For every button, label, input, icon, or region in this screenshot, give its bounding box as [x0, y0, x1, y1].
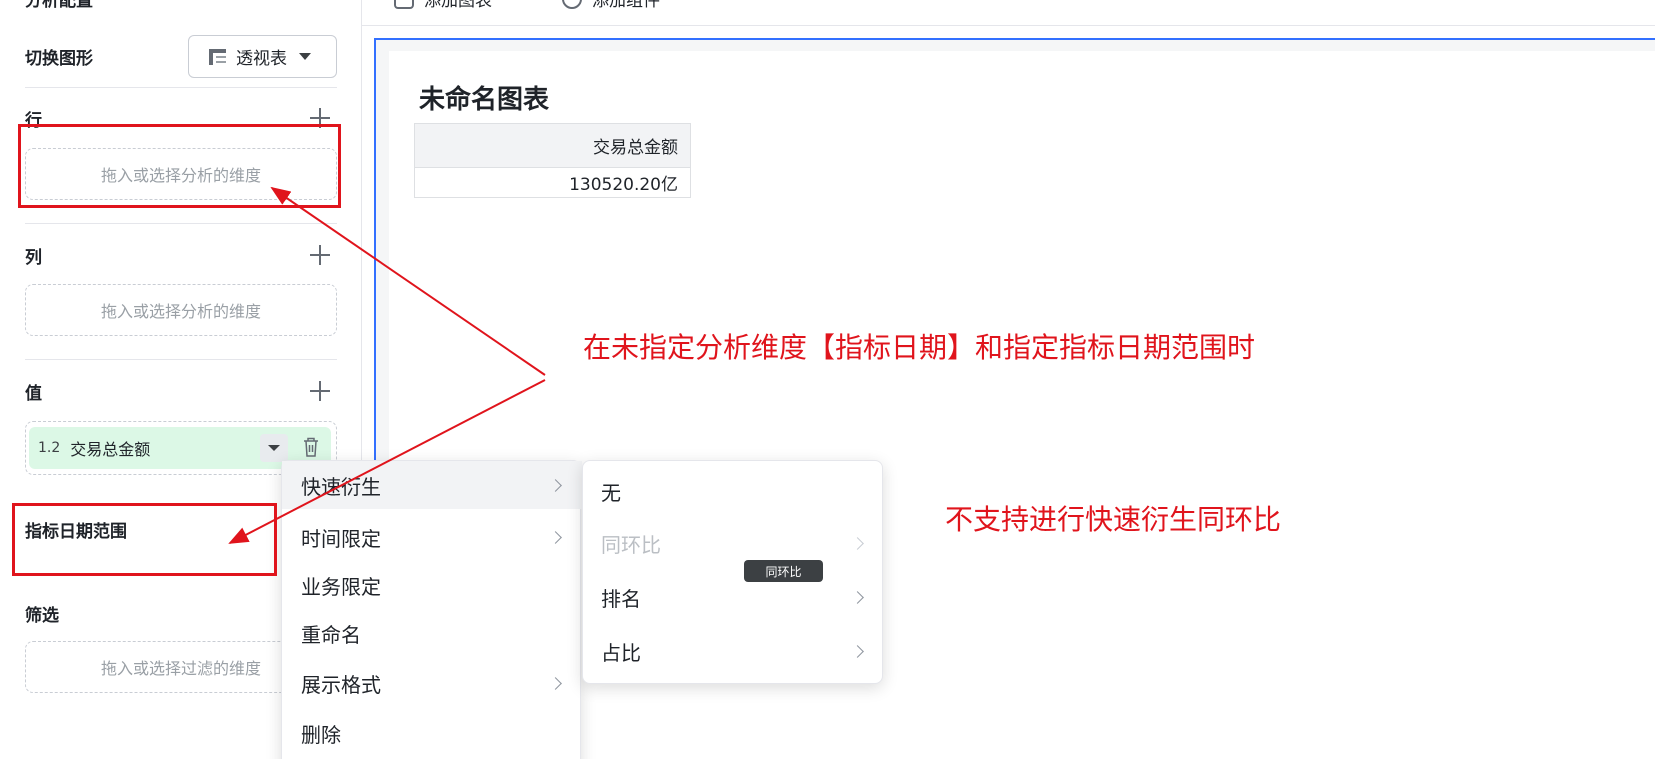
value-chip-label: 交易总金额 — [70, 440, 151, 459]
menu-item-rename[interactable]: 重命名 — [282, 609, 582, 657]
add-chart-button[interactable]: 添加图表 — [394, 0, 492, 11]
pivot-table-icon — [209, 48, 226, 65]
divider — [25, 223, 337, 224]
menu-item-label: 业务限定 — [301, 574, 381, 599]
chart-title: 未命名图表 — [419, 85, 550, 115]
add-value-icon[interactable] — [310, 381, 330, 401]
chevron-down-icon[interactable] — [260, 434, 288, 462]
add-column-icon[interactable] — [310, 245, 330, 265]
menu-item-label: 展示格式 — [301, 672, 381, 697]
menu-item-business-limit[interactable]: 业务限定 — [282, 561, 582, 609]
chevron-right-icon — [851, 644, 864, 658]
chart-type-value: 透视表 — [236, 49, 287, 69]
chevron-down-icon — [299, 53, 311, 60]
annotation-box-date-range — [12, 503, 277, 576]
annotation-text-1: 在未指定分析维度【指标日期】和指定指标日期范围时 — [583, 331, 1256, 364]
annotation-text-2: 不支持进行快速衍生同环比 — [945, 503, 1282, 536]
table-value-cell: 130520.20亿 — [414, 167, 691, 198]
submenu-item-none[interactable]: 无 — [583, 467, 884, 515]
menu-item-time-limit[interactable]: 时间限定 — [282, 513, 582, 561]
cols-label: 列 — [25, 248, 42, 268]
add-component-button[interactable]: 添加组件 — [562, 0, 660, 11]
tooltip: 同环比 — [744, 560, 823, 582]
chart-type-select[interactable]: 透视表 — [188, 35, 337, 78]
add-chart-label: 添加图表 — [424, 0, 492, 11]
menu-item-label: 重命名 — [301, 622, 361, 647]
submenu-item-label: 排名 — [601, 586, 641, 611]
toolbar: 添加图表 添加组件 — [362, 0, 1655, 26]
submenu-item-label: 无 — [601, 480, 621, 505]
submenu-item-ratio[interactable]: 占比 — [583, 627, 884, 675]
menu-item-delete[interactable]: 删除 — [282, 709, 582, 757]
annotation-box-rows — [18, 124, 341, 208]
divider — [25, 87, 337, 88]
component-icon — [562, 0, 582, 9]
submenu-item-label: 同环比 — [601, 532, 661, 557]
trash-icon[interactable] — [303, 437, 319, 457]
divider — [25, 359, 337, 360]
menu-item-label: 快速衍生 — [301, 474, 381, 499]
cols-dropzone[interactable]: 拖入或选择分析的维度 — [25, 284, 337, 336]
add-component-label: 添加组件 — [592, 0, 660, 11]
quick-derive-submenu: 无 同环比 排名 占比 — [582, 460, 883, 684]
submenu-item-yoy: 同环比 — [583, 519, 884, 567]
menu-item-label: 删除 — [301, 722, 341, 747]
chevron-right-icon — [549, 530, 562, 544]
submenu-item-label: 占比 — [601, 640, 641, 665]
chevron-right-icon — [851, 536, 864, 550]
menu-item-display-format[interactable]: 展示格式 — [282, 659, 582, 707]
number-type-icon: 1.2 — [38, 440, 61, 456]
value-context-menu: 快速衍生 时间限定 业务限定 重命名 展示格式 删除 — [281, 460, 582, 759]
menu-item-quick-derive[interactable]: 快速衍生 — [282, 461, 582, 509]
submenu-item-rank[interactable]: 排名 — [583, 573, 884, 621]
table-header-cell: 交易总金额 — [414, 123, 691, 168]
chevron-right-icon — [549, 676, 562, 690]
chart-icon — [394, 0, 414, 9]
menu-item-label: 时间限定 — [301, 526, 381, 551]
switch-chart-label: 切换图形 — [25, 49, 93, 69]
panel-title: 分析配置 — [25, 0, 93, 11]
chevron-right-icon — [549, 478, 562, 492]
values-label: 值 — [25, 384, 42, 404]
pivot-table: 交易总金额 130520.20亿 — [414, 123, 691, 198]
chevron-right-icon — [851, 590, 864, 604]
filter-label: 筛选 — [25, 606, 59, 626]
